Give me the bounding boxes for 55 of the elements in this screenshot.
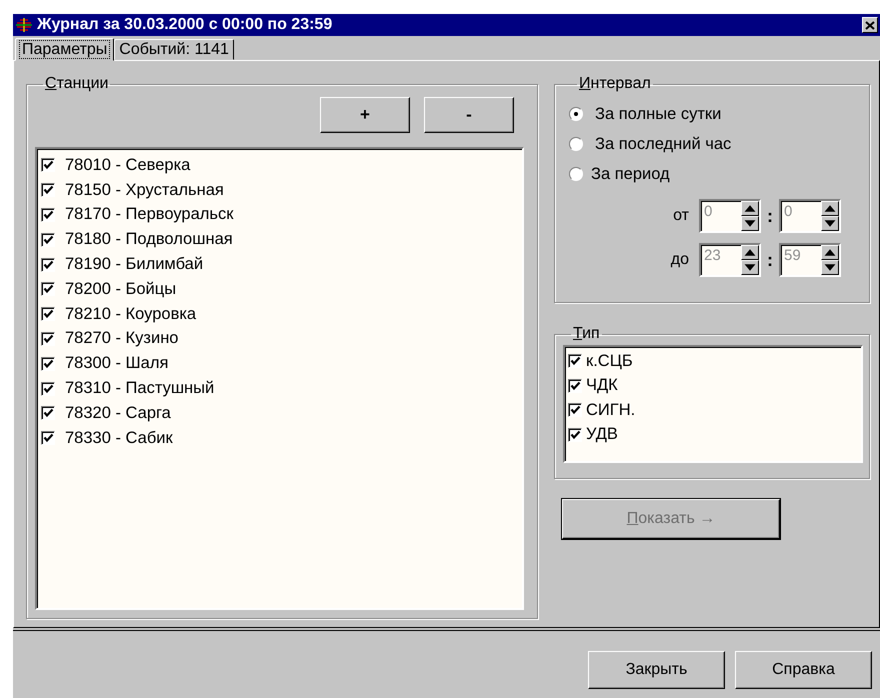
radio-option[interactable]: За последний час [569,129,855,159]
station-item[interactable]: 78170 - Первоуральск [41,202,518,228]
group-title: Тип [572,325,601,343]
dialog-button[interactable]: Закрыть [588,651,725,689]
group-title: Станции [44,75,110,93]
checkbox[interactable] [41,232,55,247]
station-item[interactable]: 78300 - Шаля [41,351,518,376]
type-item[interactable]: ЧДК [568,374,858,398]
station-item[interactable]: 78200 - Бойцы [41,276,518,302]
time-separator: : [767,250,773,270]
type-item[interactable]: УДВ [568,422,858,447]
window-title: Журнал за 30.03.2000 с 00:00 по 23:59 [37,16,334,34]
checkbox[interactable] [41,208,55,222]
checkbox[interactable] [41,356,55,371]
radio-button[interactable] [569,137,583,151]
station-item[interactable]: 78210 - Коуровка [41,302,518,327]
radio-button[interactable] [569,107,583,121]
station-item[interactable]: 78320 - Сарга [41,400,518,426]
checkbox[interactable] [41,431,55,446]
time-label: от [673,207,689,225]
type-item[interactable]: СИГН. [568,398,858,422]
close-button[interactable] [862,17,878,33]
time-separator: : [767,206,773,226]
checkbox[interactable] [568,403,582,418]
type-item[interactable]: к.СЦБ [568,349,858,374]
station-item[interactable]: 78310 - Пастушный [41,376,518,401]
checkbox[interactable] [568,428,582,442]
checkbox[interactable] [41,282,55,296]
checkbox[interactable] [41,183,55,198]
remove-button[interactable]: - [424,97,514,133]
app-icon [15,17,33,33]
close-icon [865,20,875,30]
group-title: Интервал [578,75,652,93]
add-button[interactable]: + [320,97,410,133]
checkbox[interactable] [41,158,55,172]
checkbox[interactable] [568,378,582,393]
time-label: до [670,251,689,269]
radio-button[interactable] [569,167,583,181]
station-item[interactable]: 78180 - Подволошная [41,227,518,252]
station-item[interactable]: 78010 - Северка [41,153,518,178]
radio-option[interactable]: За период [569,159,855,189]
station-item[interactable]: 78190 - Билимбай [41,252,518,277]
station-item[interactable]: 78150 - Хрустальная [41,178,518,203]
tab[interactable]: Событий: 1141 [114,39,234,60]
checkbox[interactable] [568,354,582,368]
checkbox[interactable] [41,307,55,322]
dialog-button[interactable]: Справка [735,651,872,689]
station-item[interactable]: 78330 - Сабик [41,426,518,451]
checkbox[interactable] [41,332,55,346]
tab[interactable]: Параметры [15,38,114,61]
checkbox[interactable] [41,258,55,272]
checkbox[interactable] [41,406,55,420]
station-item[interactable]: 78270 - Кузино [41,326,518,352]
checkbox[interactable] [41,382,55,396]
radio-option[interactable]: За полные сутки [569,99,855,129]
